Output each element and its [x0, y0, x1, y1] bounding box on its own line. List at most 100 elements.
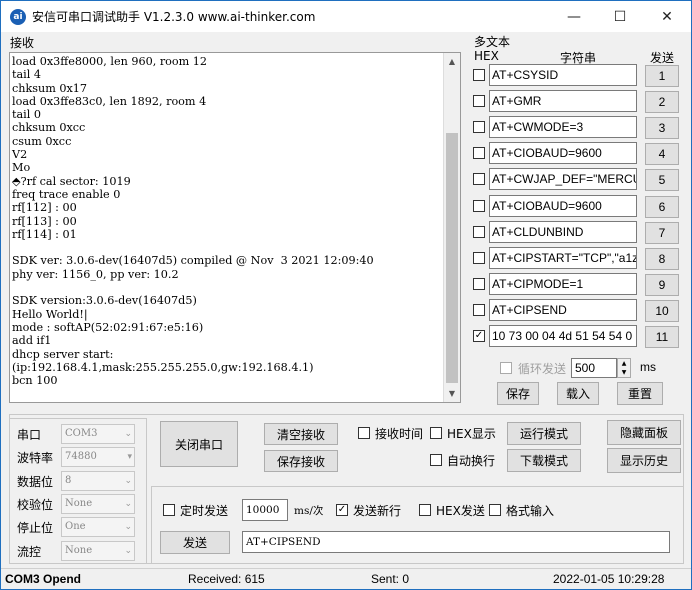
save-receive-button[interactable]: 保存接收	[264, 450, 338, 472]
command-input[interactable]: AT+GMR	[489, 90, 637, 112]
loop-send-label: 循环发送	[518, 362, 567, 376]
hex-checkbox[interactable]	[473, 252, 485, 264]
loop-send-checkbox[interactable]	[500, 362, 512, 374]
command-input[interactable]: AT+CLDUNBIND	[489, 221, 637, 243]
send-row-button[interactable]: 8	[645, 248, 679, 270]
timed-send-checkbox[interactable]	[163, 504, 175, 516]
scroll-up-icon[interactable]: ▲	[444, 53, 460, 70]
chevron-down-icon: ⌄	[124, 522, 132, 532]
scroll-thumb[interactable]	[446, 133, 458, 383]
baud-label: 波特率	[17, 451, 54, 465]
hex-display-label: HEX显示	[447, 427, 496, 441]
chevron-down-icon: ⌄	[124, 546, 132, 556]
hex-checkbox[interactable]	[473, 121, 485, 133]
hex-checkbox[interactable]: ✓	[473, 330, 485, 342]
send-input[interactable]: AT+CIPSEND	[242, 531, 670, 553]
window-title: 安信可串口调试助手 V1.2.3.0 www.ai-thinker.com	[32, 10, 316, 24]
title-bar: ai 安信可串口调试助手 V1.2.3.0 www.ai-thinker.com…	[1, 1, 691, 32]
receive-textarea[interactable]: load 0x3ffe8000, len 960, room 12 tail 4…	[9, 52, 461, 403]
command-input[interactable]: AT+CIPSEND	[489, 299, 637, 321]
command-input[interactable]: AT+CSYSID	[489, 64, 637, 86]
multitext-title: 多文本	[474, 35, 511, 49]
format-input-checkbox[interactable]	[489, 504, 501, 516]
chevron-down-icon: ⌄	[124, 499, 132, 509]
hex-checkbox[interactable]	[473, 304, 485, 316]
send-column-header: 发送	[650, 51, 675, 65]
status-datetime: 2022-01-05 10:29:28	[553, 572, 665, 586]
send-interval-input[interactable]: 10000	[242, 499, 288, 521]
hex-checkbox[interactable]	[473, 226, 485, 238]
load-button[interactable]: 载入	[557, 382, 599, 405]
stopbits-label: 停止位	[17, 521, 54, 535]
save-button[interactable]: 保存	[497, 382, 539, 405]
auto-wrap-label: 自动换行	[447, 454, 496, 468]
show-history-button[interactable]: 显示历史	[607, 448, 681, 473]
hex-send-checkbox[interactable]	[419, 504, 431, 516]
reset-button[interactable]: 重置	[617, 382, 663, 405]
send-row-button[interactable]: 2	[645, 91, 679, 113]
send-row-button[interactable]: 9	[645, 274, 679, 296]
send-row-button[interactable]: 4	[645, 143, 679, 165]
parity-select[interactable]: None ⌄	[61, 494, 135, 514]
receive-time-checkbox[interactable]	[358, 427, 370, 439]
loop-interval-input[interactable]: 500	[571, 358, 617, 378]
command-input[interactable]: AT+CIOBAUD=9600	[489, 195, 637, 217]
port-label: 串口	[17, 428, 42, 442]
command-input[interactable]: AT+CIPMODE=1	[489, 273, 637, 295]
send-row-button[interactable]: 3	[645, 117, 679, 139]
sent-count: Sent: 0	[371, 572, 410, 586]
command-input[interactable]: AT+CWMODE=3	[489, 116, 637, 138]
flow-label: 流控	[17, 545, 42, 559]
port-select[interactable]: COM3 ⌄	[61, 424, 135, 444]
auto-wrap-checkbox[interactable]	[430, 454, 442, 466]
send-button[interactable]: 发送	[160, 531, 230, 554]
chevron-down-icon: ⌄	[124, 429, 132, 439]
interval-spinner[interactable]: ▲ ▼	[617, 358, 631, 378]
maximize-icon[interactable]: ☐	[597, 1, 643, 32]
command-input[interactable]: AT+CIOBAUD=9600	[489, 142, 637, 164]
receive-text: load 0x3ffe8000, len 960, room 12 tail 4…	[12, 55, 374, 388]
send-row-button[interactable]: 1	[645, 65, 679, 87]
send-newline-label: 发送新行	[353, 504, 402, 518]
baud-select[interactable]: 74880 ▾	[61, 447, 135, 467]
command-input[interactable]: AT+CWJAP_DEF="MERCU	[489, 168, 637, 190]
app-logo-icon: ai	[10, 8, 26, 25]
send-row-button[interactable]: 6	[645, 196, 679, 218]
received-count: Received: 615	[188, 572, 265, 586]
stopbits-select[interactable]: One ⌄	[61, 517, 135, 537]
hex-checkbox[interactable]	[473, 278, 485, 290]
hex-checkbox[interactable]	[473, 95, 485, 107]
command-input[interactable]: 10 73 00 04 4d 51 54 54 0	[489, 325, 637, 347]
minimize-icon[interactable]: —	[551, 1, 597, 32]
send-interval-unit: ms/次	[294, 505, 324, 517]
receive-scrollbar[interactable]: ▲ ▼	[443, 53, 460, 402]
send-newline-checkbox[interactable]: ✓	[336, 504, 348, 516]
receive-time-label: 接收时间	[375, 427, 424, 441]
flow-select[interactable]: None ⌄	[61, 541, 135, 561]
send-row-button[interactable]: 10	[645, 300, 679, 322]
download-mode-button[interactable]: 下载模式	[507, 449, 581, 472]
hex-display-checkbox[interactable]	[430, 427, 442, 439]
hex-checkbox[interactable]	[473, 69, 485, 81]
send-row-button[interactable]: 5	[645, 169, 679, 191]
send-row-button[interactable]: 7	[645, 222, 679, 244]
chevron-down-icon: ⌄	[124, 476, 132, 486]
send-row-button[interactable]: 11	[645, 326, 679, 348]
hex-checkbox[interactable]	[473, 200, 485, 212]
hex-checkbox[interactable]	[473, 147, 485, 159]
command-input[interactable]: AT+CIPSTART="TCP","a1z	[489, 247, 637, 269]
clear-receive-button[interactable]: 清空接收	[264, 423, 338, 445]
close-icon[interactable]: ✕	[644, 1, 690, 32]
loop-unit-label: ms	[640, 360, 656, 374]
close-port-button[interactable]: 关闭串口	[160, 421, 238, 467]
hex-send-label: HEX发送	[436, 504, 485, 518]
hex-checkbox[interactable]	[473, 173, 485, 185]
timed-send-label: 定时发送	[180, 504, 229, 518]
hide-panel-button[interactable]: 隐藏面板	[607, 420, 681, 445]
status-bar: COM3 Opend Received: 615 Sent: 0 2022-01…	[1, 568, 691, 589]
run-mode-button[interactable]: 运行模式	[507, 422, 581, 445]
format-input-label: 格式输入	[506, 504, 555, 518]
chevron-down-icon: ▾	[127, 452, 132, 462]
databits-select[interactable]: 8 ⌄	[61, 471, 135, 491]
scroll-down-icon[interactable]: ▼	[444, 385, 460, 402]
